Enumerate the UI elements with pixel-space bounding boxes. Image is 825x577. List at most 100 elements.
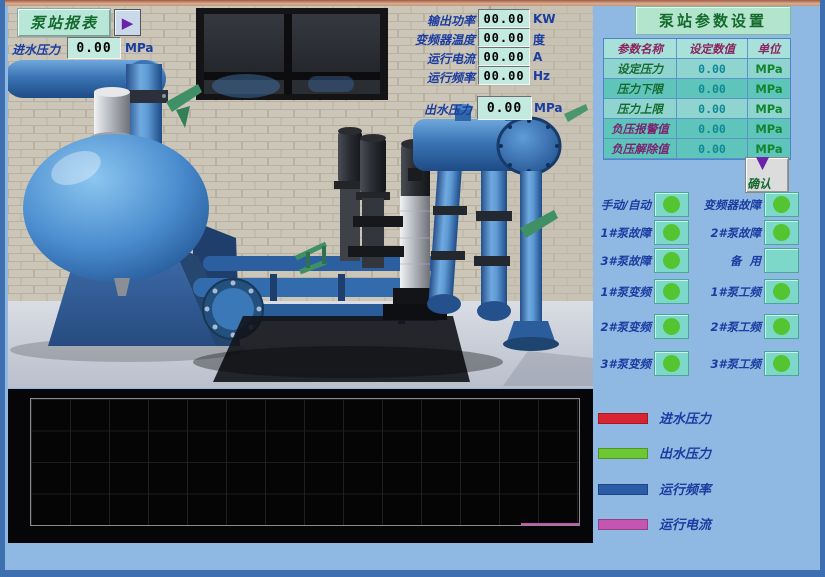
param-value[interactable]: 0.00 xyxy=(677,99,748,119)
play-arrow-icon[interactable]: ▶ xyxy=(114,9,141,36)
indicator-box xyxy=(654,351,689,376)
status-cell-pump1-fault: 1#泵故障 xyxy=(595,220,689,245)
legend-swatch-outlet-pressure xyxy=(598,448,648,459)
inlet-pressure-unit: MPa xyxy=(125,41,154,55)
param-unit: MPa xyxy=(748,79,790,99)
param-value[interactable]: 0.00 xyxy=(677,79,748,99)
triangle-down-icon: ▼ xyxy=(756,155,769,172)
indicator-box xyxy=(764,192,799,217)
trend-plot-area xyxy=(30,398,580,526)
status-label: 1#泵工频 xyxy=(689,284,761,300)
indicator-box xyxy=(764,279,799,304)
param-name: 负压解除值 xyxy=(604,139,677,159)
output-power-value: 00.00 xyxy=(478,9,530,28)
legend-label: 出水压力 xyxy=(659,443,711,462)
left-border xyxy=(0,0,5,577)
confirm-button[interactable]: ▼ 确认 xyxy=(745,157,789,193)
top-border-strip xyxy=(0,0,825,6)
window xyxy=(196,8,388,100)
legend-swatch-run-current xyxy=(598,519,648,530)
param-value[interactable]: 0.00 xyxy=(677,139,748,159)
status-row: 2#泵变频 2#泵工频 xyxy=(595,314,797,339)
run-current-trace xyxy=(521,523,579,525)
output-power-unit: KW xyxy=(533,12,556,26)
status-row: 手动/自动 变频器故障 xyxy=(595,192,797,217)
status-label: 1#泵变频 xyxy=(595,284,651,300)
status-label: 备 用 xyxy=(689,253,761,269)
param-name: 负压报警值 xyxy=(604,119,677,139)
green-lamp-icon xyxy=(773,196,790,213)
indicator-box xyxy=(654,248,689,273)
inverter-temp-label: 变频器温度 xyxy=(385,31,475,48)
param-unit: MPa xyxy=(748,99,790,119)
inverter-temp-value: 00.00 xyxy=(478,28,530,47)
green-lamp-icon xyxy=(663,318,680,335)
green-lamp-icon xyxy=(663,196,680,213)
status-row: 3#泵变频 3#泵工频 xyxy=(595,351,797,376)
param-value[interactable]: 0.00 xyxy=(677,59,748,79)
params-table: 参数名称 设定数值 单位 设定压力 0.00 MPa 压力下限 0.00 MPa… xyxy=(603,38,791,160)
outlet-pressure-value: 0.00 xyxy=(477,96,532,120)
status-row: 1#泵故障 2#泵故障 xyxy=(595,220,797,245)
bottom-border xyxy=(0,570,825,577)
right-border xyxy=(820,0,825,577)
status-cell-pump2-vfd: 2#泵变频 xyxy=(595,314,689,339)
status-cell-pump3-vfd: 3#泵变频 xyxy=(595,351,689,376)
green-lamp-icon xyxy=(773,224,790,241)
indicator-box xyxy=(654,279,689,304)
status-row: 3#泵故障 备 用 xyxy=(595,248,797,273)
legend-swatch-run-frequency xyxy=(598,484,648,495)
legend-label: 运行电流 xyxy=(659,514,711,533)
params-header-name: 参数名称 xyxy=(604,39,677,59)
param-unit: MPa xyxy=(748,59,790,79)
legend-swatch-inlet-pressure xyxy=(598,413,648,424)
indicator-box xyxy=(654,314,689,339)
run-frequency-value: 00.00 xyxy=(478,66,530,85)
indicator-box xyxy=(764,220,799,245)
param-name: 设定压力 xyxy=(604,59,677,79)
inlet-pressure-value: 0.00 xyxy=(67,37,121,59)
param-name: 压力下限 xyxy=(604,79,677,99)
indicator-box xyxy=(764,248,799,273)
status-cell-pump2-mains: 2#泵工频 xyxy=(689,314,799,339)
status-label: 2#泵变频 xyxy=(595,319,651,335)
status-cell-pump3-fault: 3#泵故障 xyxy=(595,248,689,273)
params-panel-title: 泵站参数设置 xyxy=(635,6,791,35)
indicator-box xyxy=(654,220,689,245)
status-label: 变频器故障 xyxy=(689,197,761,213)
indicator-box xyxy=(764,351,799,376)
status-cell-pump3-mains: 3#泵工频 xyxy=(689,351,799,376)
green-lamp-icon xyxy=(663,252,680,269)
outlet-pressure-unit: MPa xyxy=(534,101,563,115)
green-lamp-icon xyxy=(663,355,680,372)
report-button[interactable]: 泵站报表 xyxy=(17,8,111,37)
legend-label: 进水压力 xyxy=(659,408,711,427)
run-current-unit: A xyxy=(533,50,542,64)
status-cell-spare: 备 用 xyxy=(689,248,799,273)
status-label: 2#泵故障 xyxy=(689,225,761,241)
legend-label: 运行频率 xyxy=(659,479,711,498)
inlet-pressure-label: 进水压力 xyxy=(12,41,60,58)
output-power-label: 输出功率 xyxy=(385,12,475,29)
inverter-temp-unit: 度 xyxy=(533,31,545,48)
green-lamp-icon xyxy=(773,355,790,372)
status-label: 1#泵故障 xyxy=(595,225,651,241)
status-cell-pump1-vfd: 1#泵变频 xyxy=(595,279,689,304)
report-button-group: 泵站报表 ▶ xyxy=(17,8,141,37)
green-lamp-icon xyxy=(663,224,680,241)
status-cell-pump2-fault: 2#泵故障 xyxy=(689,220,799,245)
status-cell-manual-auto: 手动/自动 xyxy=(595,192,689,217)
run-frequency-label: 运行频率 xyxy=(385,69,475,86)
green-lamp-icon xyxy=(773,318,790,335)
green-lamp-icon xyxy=(663,283,680,300)
params-header-value: 设定数值 xyxy=(677,39,748,59)
indicator-box xyxy=(654,192,689,217)
status-row: 1#泵变频 1#泵工频 xyxy=(595,279,797,304)
run-frequency-unit: Hz xyxy=(533,69,550,83)
hmi-screen: 泵站报表 ▶ 进水压力 0.00 MPa 输出功率 00.00 KW 变频器温度… xyxy=(0,0,825,577)
status-cell-pump1-mains: 1#泵工频 xyxy=(689,279,799,304)
status-label: 3#泵工频 xyxy=(689,356,761,372)
param-value[interactable]: 0.00 xyxy=(677,119,748,139)
indicator-box xyxy=(764,314,799,339)
status-label: 3#泵故障 xyxy=(595,253,651,269)
